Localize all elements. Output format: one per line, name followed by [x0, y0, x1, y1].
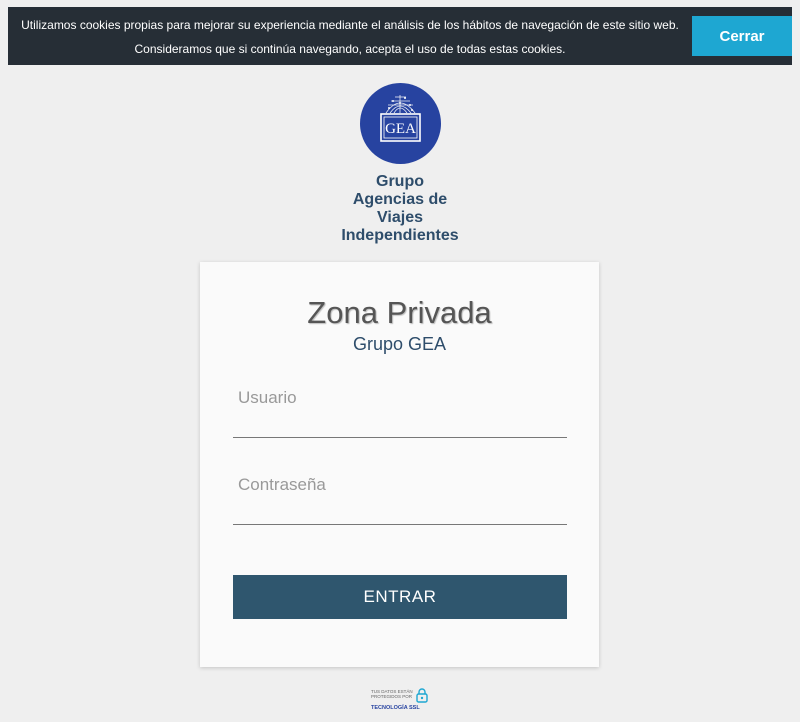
- logo-caption-line: Grupo: [376, 173, 424, 190]
- logo-caption: Grupo Agencias de Viajes Independientes: [300, 173, 500, 245]
- logo-caption-line: Viajes: [377, 209, 423, 226]
- page: Utilizamos cookies propias para mejorar …: [0, 0, 800, 722]
- login-subtitle: Grupo GEA: [352, 334, 447, 354]
- cookie-message-line2: Consideramos que si continúa navegando, …: [134, 42, 566, 56]
- ssl-badge: TUS DATOS ESTÁN PROTEGIDOS POR TECNOLOGÍ…: [371, 688, 431, 712]
- password-input[interactable]: [233, 468, 567, 525]
- logo-caption-line: Agencias de: [352, 191, 448, 208]
- cookie-close-button[interactable]: Cerrar: [692, 16, 792, 56]
- ssl-badge-main: TECNOLOGÍA SSL: [371, 705, 420, 711]
- cookie-message: Utilizamos cookies propias para mejorar …: [8, 7, 692, 65]
- username-input[interactable]: [233, 381, 567, 438]
- login-title: Zona Privada: [307, 295, 492, 330]
- logo-caption-line: Independientes: [341, 227, 459, 244]
- login-card: Zona Privada Grupo GEA ENTRAR: [200, 262, 599, 667]
- ssl-badge-line2: PROTEGIDOS POR: [371, 694, 413, 699]
- lock-icon: [416, 688, 428, 703]
- gea-logo-mark: GEA: [385, 121, 416, 137]
- gea-logo: GEA: [360, 83, 441, 164]
- cookie-banner: Utilizamos cookies propias para mejorar …: [8, 7, 792, 65]
- cookie-message-line1: Utilizamos cookies propias para mejorar …: [21, 18, 679, 32]
- gea-logo-icon: GEA: [380, 95, 421, 142]
- login-submit-button[interactable]: ENTRAR: [233, 575, 567, 619]
